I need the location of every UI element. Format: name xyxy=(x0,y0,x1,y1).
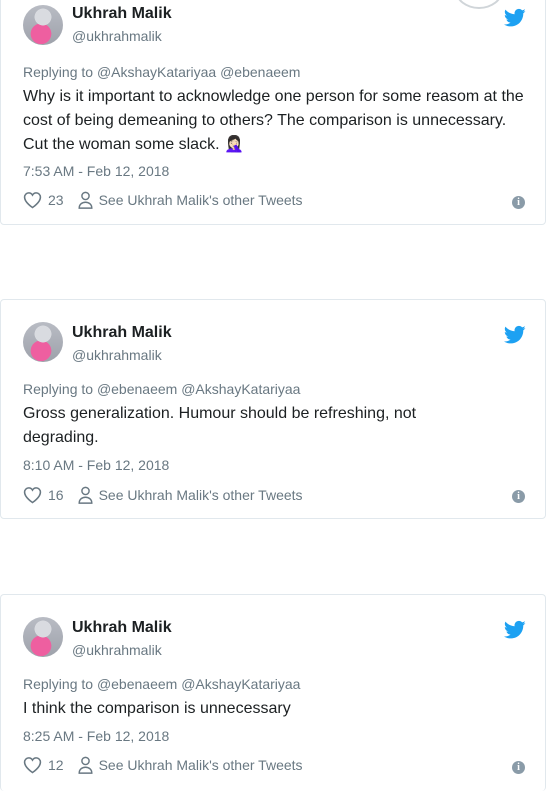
author-handle[interactable]: @ukhrahmalik xyxy=(72,642,162,658)
tweet-text: I think the comparison is unnecessary xyxy=(23,700,291,717)
replying-to: Replying to @ebenaeem @AkshayKatariyaa xyxy=(23,676,300,692)
tweet-card: Ukhrah Malik @ukhrahmalik Replying to @e… xyxy=(0,299,546,519)
tweet-text: Gross generalization. Humour should be r… xyxy=(23,405,417,446)
author-handle[interactable]: @ukhrahmalik xyxy=(72,347,162,363)
see-other-tweets-link[interactable]: See Ukhrah Malik's other Tweets xyxy=(99,192,303,208)
person-icon xyxy=(78,756,93,774)
heart-icon[interactable] xyxy=(23,191,42,209)
heart-icon[interactable] xyxy=(23,486,42,504)
twitter-bird-icon[interactable] xyxy=(504,620,526,640)
tweet-card: Ukhrah Malik @ukhrahmalik Replying to @e… xyxy=(0,594,546,791)
see-other-tweets-link[interactable]: See Ukhrah Malik's other Tweets xyxy=(99,487,303,503)
twitter-bird-icon[interactable] xyxy=(504,8,526,28)
author-name[interactable]: Ukhrah Malik xyxy=(72,619,172,637)
avatar[interactable] xyxy=(23,5,63,45)
tweet-timestamp[interactable]: 7:53 AM - Feb 12, 2018 xyxy=(23,163,169,179)
replying-to: Replying to @ebenaeem @AkshayKatariyaa xyxy=(23,381,300,397)
avatar[interactable] xyxy=(23,322,63,362)
like-count[interactable]: 16 xyxy=(48,487,64,503)
author-handle[interactable]: @ukhrahmalik xyxy=(72,28,162,44)
tweet-actions: 23 See Ukhrah Malik's other Tweets xyxy=(23,189,303,211)
info-icon[interactable]: i xyxy=(512,490,525,503)
replying-to: Replying to @AkshayKatariyaa @ebenaeem xyxy=(23,64,300,80)
avatar[interactable] xyxy=(23,617,63,657)
tweet-actions: 12 See Ukhrah Malik's other Tweets xyxy=(23,754,303,776)
info-icon[interactable]: i xyxy=(512,761,525,774)
heart-icon[interactable] xyxy=(23,756,42,774)
tweet-text: Why is it important to acknowledge one p… xyxy=(23,88,524,153)
tweet-card: Ukhrah Malik @ukhrahmalik Replying to @A… xyxy=(0,0,546,225)
replying-prefix: Replying to xyxy=(23,381,94,397)
menu-icon[interactable] xyxy=(455,0,503,9)
person-icon xyxy=(78,191,93,209)
see-other-tweets-link[interactable]: See Ukhrah Malik's other Tweets xyxy=(99,757,303,773)
author-name[interactable]: Ukhrah Malik xyxy=(72,5,172,23)
replying-handles[interactable]: @ebenaeem @AkshayKatariyaa xyxy=(97,381,301,397)
person-icon xyxy=(78,486,93,504)
tweet-timestamp[interactable]: 8:25 AM - Feb 12, 2018 xyxy=(23,728,169,744)
replying-handles[interactable]: @AkshayKatariyaa @ebenaeem xyxy=(97,64,301,80)
like-count[interactable]: 12 xyxy=(48,757,64,773)
author-name[interactable]: Ukhrah Malik xyxy=(72,324,172,342)
info-icon[interactable]: i xyxy=(512,196,525,209)
replying-prefix: Replying to xyxy=(23,676,94,692)
replying-prefix: Replying to xyxy=(23,64,94,80)
tweet-actions: 16 See Ukhrah Malik's other Tweets xyxy=(23,484,303,506)
tweet-timestamp[interactable]: 8:10 AM - Feb 12, 2018 xyxy=(23,457,169,473)
like-count[interactable]: 23 xyxy=(48,192,64,208)
twitter-bird-icon[interactable] xyxy=(504,325,526,345)
replying-handles[interactable]: @ebenaeem @AkshayKatariyaa xyxy=(97,676,301,692)
